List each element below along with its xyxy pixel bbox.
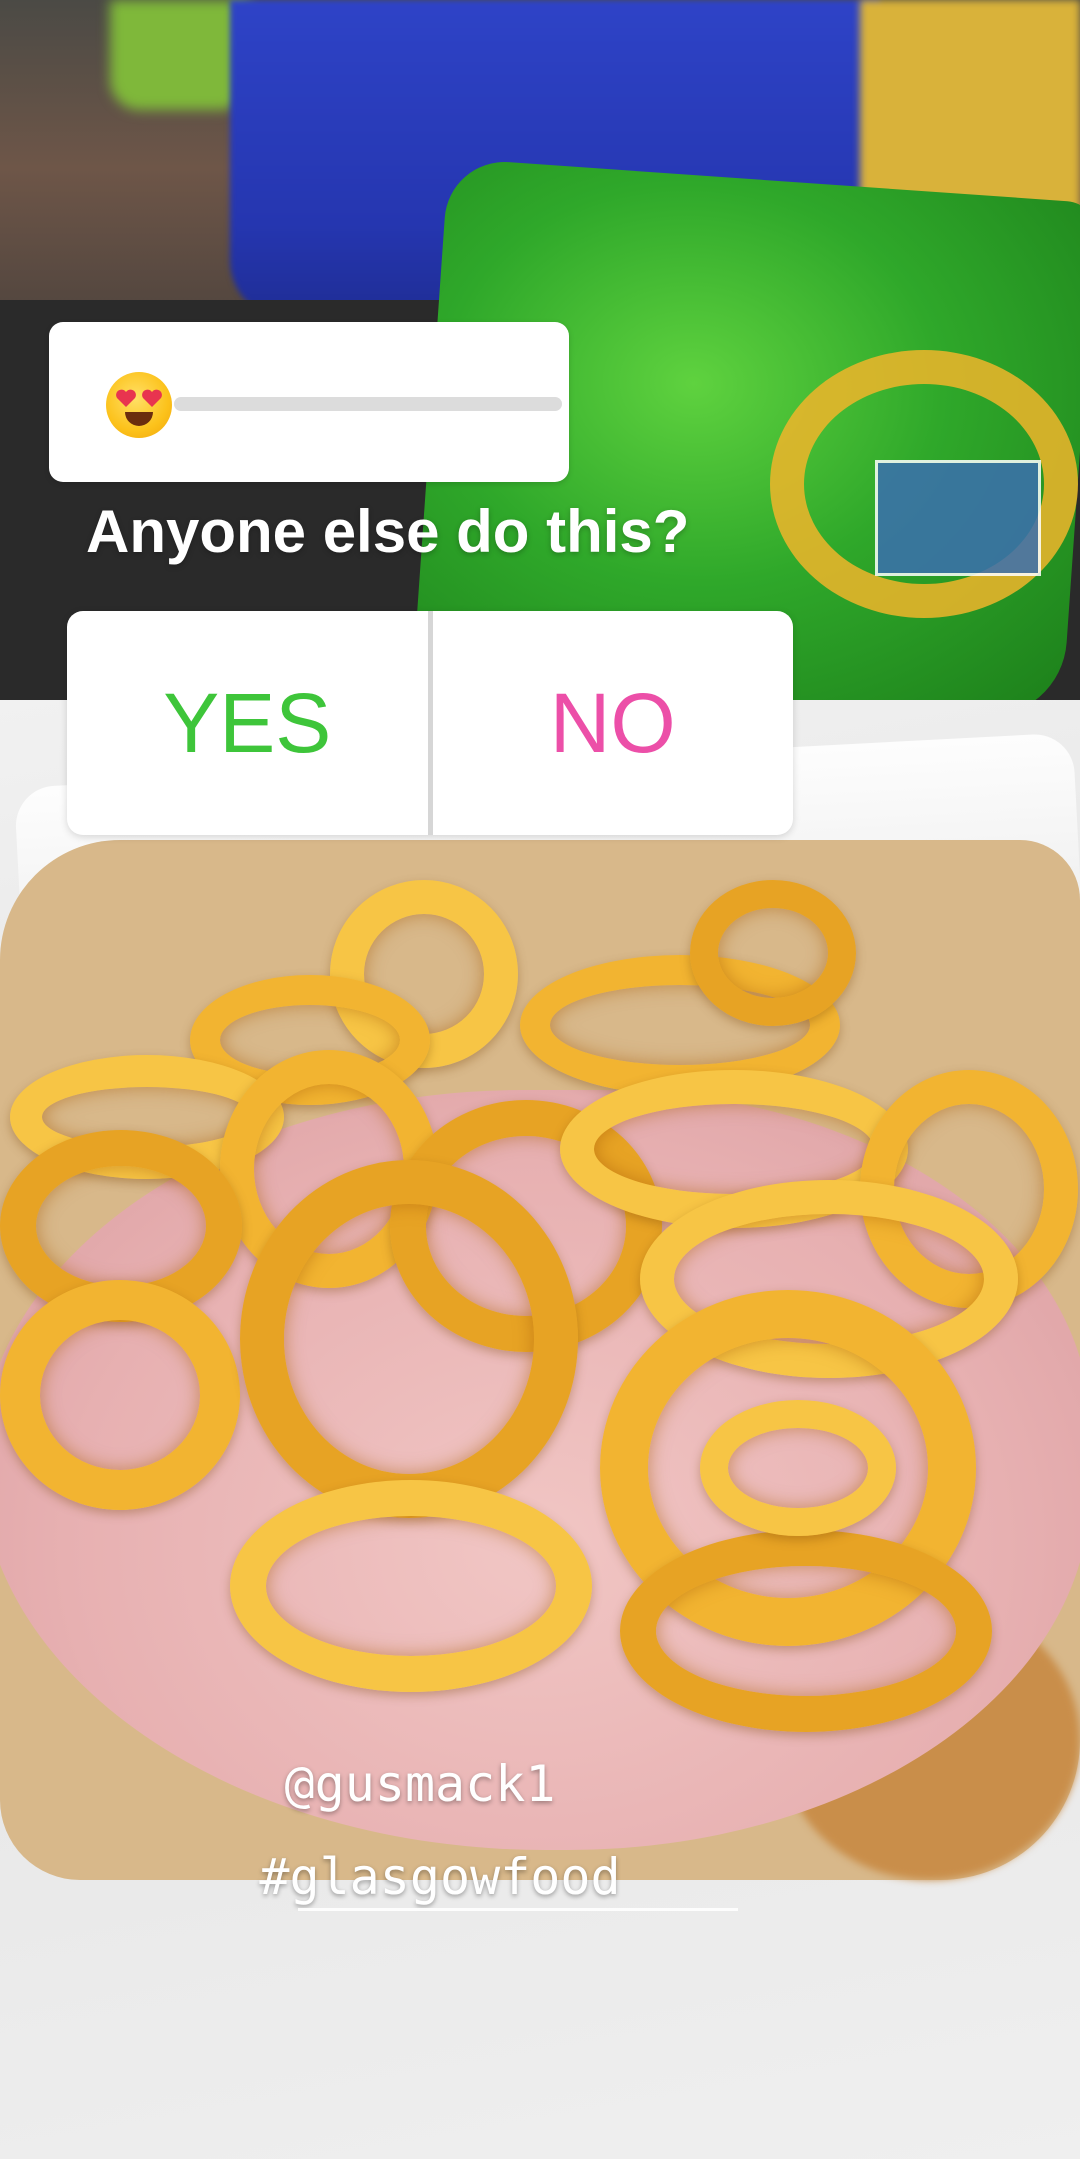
mention-sticker[interactable]: @gusmack1 <box>0 1755 960 1813</box>
smile-mouth <box>125 412 153 426</box>
heart-eyes-emoji-icon[interactable] <box>106 372 172 438</box>
poll-question: Anyone else do this? <box>86 498 690 565</box>
slider-track[interactable] <box>174 397 562 411</box>
heart-icon <box>116 389 136 407</box>
hashtag-underline <box>298 1908 738 1911</box>
poll-option-no[interactable]: NO <box>433 611 794 835</box>
heart-icon <box>142 389 162 407</box>
poll-option-yes[interactable]: YES <box>67 611 428 835</box>
hashtag-sticker[interactable]: #glasgowfood <box>0 1848 980 1906</box>
poll-sticker: YES NO <box>67 611 793 835</box>
story-view: Anyone else do this? YES NO @gusmack1 #g… <box>0 0 1080 2159</box>
